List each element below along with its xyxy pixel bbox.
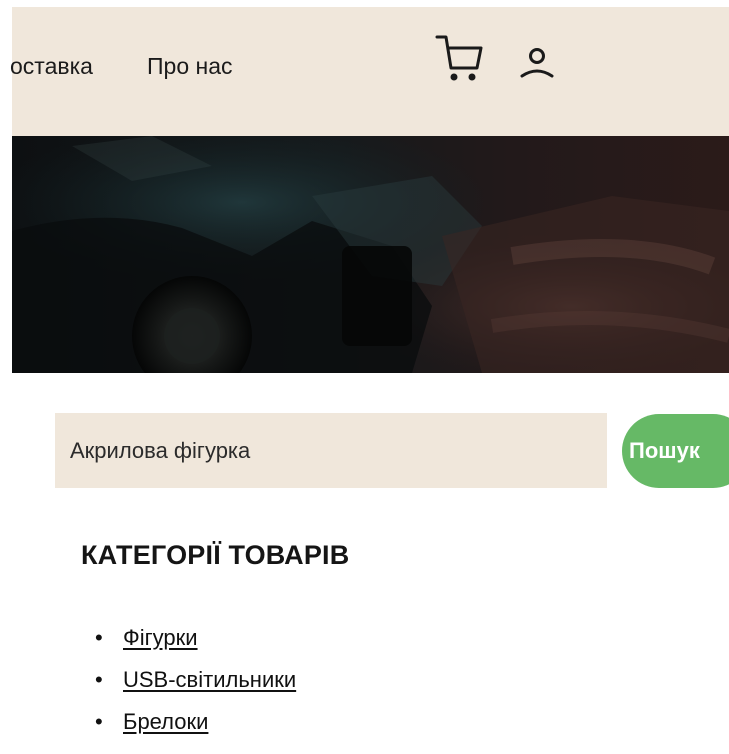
- bullet: •: [95, 625, 103, 650]
- nav-link-delivery[interactable]: оставка: [10, 52, 93, 80]
- hero-image: [12, 136, 729, 373]
- category-item-usb-lamps: • USB-світильники: [95, 664, 296, 706]
- bullet: •: [95, 709, 103, 734]
- category-item-keychains: • Брелоки: [95, 706, 296, 748]
- hero-banner: [12, 136, 729, 373]
- nav-link-about[interactable]: Про нас: [147, 52, 233, 80]
- search-button[interactable]: Пошук: [622, 414, 729, 488]
- site-header: оставка Про нас: [10, 7, 729, 136]
- search-input[interactable]: [55, 413, 607, 488]
- categories-title: КАТЕГОРІЇ ТОВАРІВ: [81, 540, 350, 570]
- category-link-figures[interactable]: Фігурки: [123, 625, 198, 650]
- bullet: •: [95, 667, 103, 692]
- category-list: • Фігурки • USB-світильники • Брелоки: [95, 622, 296, 748]
- cart-icon[interactable]: [432, 33, 484, 85]
- user-icon[interactable]: [517, 45, 557, 85]
- category-item-figures: • Фігурки: [95, 622, 296, 664]
- category-link-usb-lamps[interactable]: USB-світильники: [123, 667, 296, 692]
- category-link-keychains[interactable]: Брелоки: [123, 709, 208, 734]
